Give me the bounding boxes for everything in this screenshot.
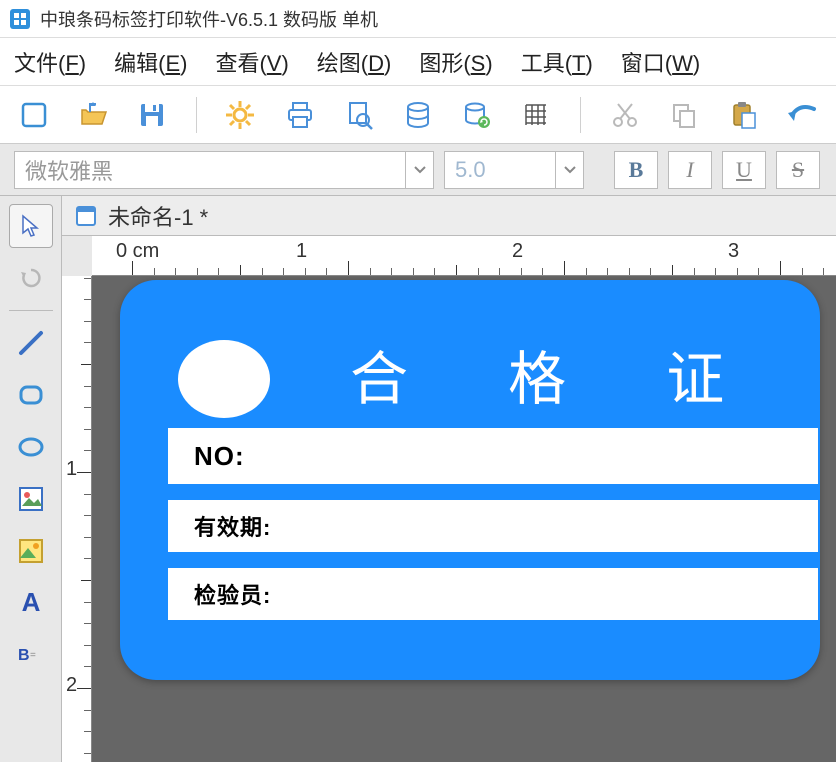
toolbar-separator bbox=[196, 97, 197, 133]
card-title-text[interactable]: 合 格 证 bbox=[350, 332, 766, 416]
document-tab-label: 未命名-1 * bbox=[108, 200, 208, 232]
font-size-value: 5.0 bbox=[455, 157, 486, 183]
ruler-mark: 2 bbox=[66, 674, 77, 697]
dropdown-icon bbox=[405, 152, 433, 188]
main-toolbar bbox=[0, 86, 836, 144]
grid-button[interactable] bbox=[519, 97, 554, 133]
horizontal-ruler[interactable]: 0 cm 1 2 3 bbox=[92, 236, 836, 276]
menu-draw[interactable]: 绘图(D) bbox=[317, 46, 392, 78]
database-refresh-button[interactable] bbox=[460, 97, 495, 133]
menu-file[interactable]: 文件(F) bbox=[14, 46, 86, 78]
format-toolbar: 微软雅黑 5.0 B I U S bbox=[0, 144, 836, 196]
menu-tool[interactable]: 工具(T) bbox=[521, 46, 593, 78]
text-tool[interactable]: A bbox=[9, 581, 53, 625]
ruler-mark: 1 bbox=[66, 458, 77, 481]
svg-text:A: A bbox=[21, 588, 40, 617]
strike-button[interactable]: S bbox=[776, 151, 820, 189]
window-title: 中琅条码标签打印软件-V6.5.1 数码版 单机 bbox=[40, 6, 378, 32]
toolbar-separator bbox=[580, 97, 581, 133]
sidebar-separator bbox=[9, 310, 53, 311]
picture-tool[interactable] bbox=[9, 529, 53, 573]
card-field-inspector[interactable]: 检验员: bbox=[168, 568, 818, 620]
barcode-tool[interactable]: B= bbox=[9, 631, 53, 675]
preview-button[interactable] bbox=[341, 97, 376, 133]
paste-button[interactable] bbox=[726, 97, 761, 133]
label-design[interactable]: 合 格 证 NO: 有效期: 检验员: bbox=[120, 280, 820, 680]
font-size-select[interactable]: 5.0 bbox=[444, 151, 584, 189]
rounded-rect-tool[interactable] bbox=[9, 373, 53, 417]
italic-button[interactable]: I bbox=[668, 151, 712, 189]
new-button[interactable] bbox=[16, 97, 51, 133]
rotate-tool[interactable] bbox=[9, 256, 53, 300]
open-button[interactable] bbox=[75, 97, 110, 133]
card-field-valid[interactable]: 有效期: bbox=[168, 500, 818, 552]
card-field-no[interactable]: NO: bbox=[168, 428, 818, 484]
print-button[interactable] bbox=[282, 97, 317, 133]
card-circle-shape[interactable] bbox=[178, 340, 270, 418]
vertical-ruler[interactable]: 1 2 bbox=[62, 276, 92, 762]
save-button[interactable] bbox=[134, 97, 169, 133]
database-button[interactable] bbox=[400, 97, 435, 133]
font-family-value: 微软雅黑 bbox=[25, 154, 113, 186]
ruler-mark: 0 cm bbox=[116, 240, 159, 263]
menu-shape[interactable]: 图形(S) bbox=[419, 46, 492, 78]
undo-button[interactable] bbox=[785, 97, 820, 133]
menu-bar: 文件(F) 编辑(E) 查看(V) 绘图(D) 图形(S) 工具(T) 窗口(W… bbox=[0, 38, 836, 86]
ruler-mark: 2 bbox=[512, 240, 523, 263]
pointer-tool[interactable] bbox=[9, 204, 53, 248]
menu-edit[interactable]: 编辑(E) bbox=[114, 46, 187, 78]
image-tool[interactable] bbox=[9, 477, 53, 521]
bold-button[interactable]: B bbox=[614, 151, 658, 189]
document-tab[interactable]: 未命名-1 * bbox=[62, 196, 836, 236]
menu-view[interactable]: 查看(V) bbox=[215, 46, 288, 78]
cut-button[interactable] bbox=[607, 97, 642, 133]
title-bar: 中琅条码标签打印软件-V6.5.1 数码版 单机 bbox=[0, 0, 836, 38]
canvas[interactable]: 合 格 证 NO: 有效期: 检验员: bbox=[92, 276, 836, 762]
svg-text:=: = bbox=[30, 650, 36, 661]
main-area: A B= 未命名-1 * 0 cm 1 2 3 1 2 bbox=[0, 196, 836, 762]
settings-button[interactable] bbox=[223, 97, 258, 133]
document-icon bbox=[74, 204, 98, 228]
ruler-mark: 3 bbox=[728, 240, 739, 263]
font-family-select[interactable]: 微软雅黑 bbox=[14, 151, 434, 189]
menu-window[interactable]: 窗口(W) bbox=[621, 46, 700, 78]
tool-sidebar: A B= bbox=[0, 196, 62, 762]
svg-text:B: B bbox=[18, 647, 30, 662]
line-tool[interactable] bbox=[9, 321, 53, 365]
ellipse-tool[interactable] bbox=[9, 425, 53, 469]
underline-button[interactable]: U bbox=[722, 151, 766, 189]
copy-button[interactable] bbox=[666, 97, 701, 133]
canvas-row: 1 2 合 格 证 NO: 有效期: 检验员: bbox=[62, 276, 836, 762]
app-icon bbox=[8, 7, 32, 31]
ruler-mark: 1 bbox=[296, 240, 307, 263]
dropdown-icon bbox=[555, 152, 583, 188]
work-area: 未命名-1 * 0 cm 1 2 3 1 2 合 格 证 NO: 有效期: 检验… bbox=[62, 196, 836, 762]
